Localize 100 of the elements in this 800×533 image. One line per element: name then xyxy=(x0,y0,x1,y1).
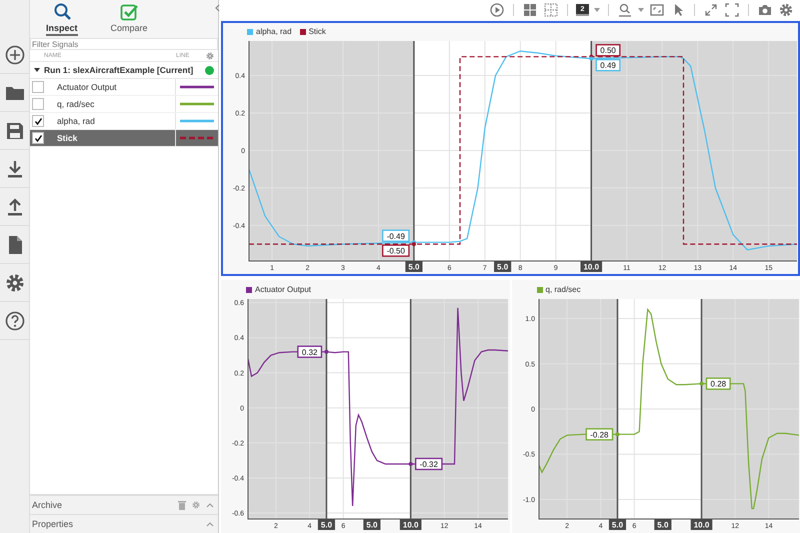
annotation: 5.0 xyxy=(656,520,668,530)
tab[interactable]: Compare xyxy=(110,0,148,36)
grid-button[interactable] xyxy=(522,3,538,17)
checkbox[interactable] xyxy=(32,81,44,93)
line-style-swatch[interactable] xyxy=(180,85,214,89)
annotation: 0.49 xyxy=(600,61,616,70)
dashed-grid-icon xyxy=(544,3,558,17)
filter-field[interactable]: Filter Signals xyxy=(30,38,218,50)
cursor-label[interactable]: 10.0 xyxy=(400,519,422,530)
cursor-line[interactable] xyxy=(410,299,412,519)
cursor-line[interactable] xyxy=(413,41,415,261)
tab[interactable]: Inspect xyxy=(46,0,78,36)
signal-name: Stick xyxy=(56,133,78,143)
cursor-line[interactable] xyxy=(700,299,702,519)
annotation: -0.28 xyxy=(590,430,609,440)
signal-name: q, rad/sec xyxy=(56,99,96,109)
settings-button[interactable] xyxy=(778,3,794,17)
cursor-delta-label[interactable]: 5.0 xyxy=(494,261,512,272)
annotation: 0.28 xyxy=(710,380,726,389)
checkbox[interactable] xyxy=(32,132,44,144)
annotation: 5.0 xyxy=(497,262,509,272)
legend-swatch xyxy=(300,28,306,34)
camera-button[interactable] xyxy=(757,3,773,17)
caret-down-icon[interactable] xyxy=(594,8,600,12)
signal-row[interactable]: Stick xyxy=(30,130,218,147)
checkbox[interactable] xyxy=(32,98,44,110)
caret-up-icon[interactable] xyxy=(206,521,214,527)
data-tip: 0.49 xyxy=(596,58,620,72)
settings-icon xyxy=(779,3,793,17)
ref-line-label: 10.0 xyxy=(583,262,600,272)
cursor-delta-label[interactable]: 5.0 xyxy=(654,519,671,530)
signal-row[interactable]: Actuator Output xyxy=(30,79,218,96)
legend-label: alpha, rad xyxy=(256,27,292,36)
annotation: -0.50 xyxy=(386,246,406,256)
signal-name: Actuator Output xyxy=(56,82,118,92)
legend-swatch xyxy=(536,286,542,292)
legend-swatch xyxy=(247,28,253,34)
ref-line-label: 10.0 xyxy=(693,520,710,530)
data-tip: -0.50 xyxy=(382,244,410,257)
ref-line-label: 10.0 xyxy=(402,520,419,530)
legend-swatch xyxy=(246,286,252,292)
data-point-marker xyxy=(699,382,704,386)
camera-icon xyxy=(758,3,772,17)
cursor-label[interactable]: 5.0 xyxy=(608,519,626,530)
cursor-label[interactable]: 5.0 xyxy=(405,261,422,272)
data-tip: -0.49 xyxy=(382,230,410,242)
annotation: -0.49 xyxy=(386,232,406,241)
line-style-swatch[interactable] xyxy=(180,119,214,123)
cursor-line[interactable] xyxy=(326,299,328,519)
dashed-grid-button[interactable] xyxy=(543,3,559,17)
cursor-label[interactable]: 10.0 xyxy=(580,261,602,272)
annotation: -0.32 xyxy=(420,460,438,469)
legend-label: Actuator Output xyxy=(255,285,312,294)
annotation: 0.50 xyxy=(600,46,616,56)
caret-down-icon[interactable] xyxy=(638,8,644,12)
cursor-line[interactable] xyxy=(616,299,618,519)
fit-view-button[interactable] xyxy=(649,3,665,17)
caret-up-icon[interactable] xyxy=(206,502,214,508)
caret-icon[interactable] xyxy=(33,66,41,74)
data-tip: 0.28 xyxy=(705,378,730,390)
search-icon xyxy=(52,3,71,21)
play-button[interactable] xyxy=(489,3,505,17)
legend-label: Stick xyxy=(308,27,326,36)
help-icon xyxy=(4,310,24,330)
signal-row[interactable]: q, rad/sec xyxy=(30,96,218,113)
zoom-icon xyxy=(618,3,632,17)
data-tip: 0.50 xyxy=(596,44,620,56)
add-icon xyxy=(4,44,24,64)
checkbox[interactable] xyxy=(32,115,44,127)
collapse-chevron-icon[interactable] xyxy=(214,4,220,12)
ref-line-label: 5.0 xyxy=(320,520,333,530)
grid-icon xyxy=(523,3,537,17)
annotation: 5.0 xyxy=(366,520,378,530)
data-tip: -0.28 xyxy=(585,428,613,440)
section-title: Archive xyxy=(32,500,64,510)
annotation: 0.32 xyxy=(302,348,318,357)
ref-line-label: 5.0 xyxy=(408,262,420,272)
cursor-label[interactable]: 10.0 xyxy=(690,519,712,530)
zoom-button[interactable] xyxy=(617,3,633,17)
run-label: Run 1: slexAircraftExample [Current] xyxy=(44,65,194,75)
fit-view-icon xyxy=(650,3,664,17)
fullscreen-icon xyxy=(725,3,739,17)
cursor-delta-label[interactable]: 5.0 xyxy=(363,519,380,530)
data-tip: 0.32 xyxy=(297,346,322,358)
data-point-marker xyxy=(614,432,619,436)
settings-icon xyxy=(4,272,24,292)
data-point-marker xyxy=(324,350,328,354)
checkmark-icon xyxy=(120,3,138,21)
cursor-label[interactable]: 5.0 xyxy=(318,519,336,530)
signal-name: alpha, rad xyxy=(56,116,96,126)
status-dot-icon xyxy=(205,66,214,74)
settings-icon[interactable] xyxy=(206,52,214,60)
save-icon xyxy=(4,120,24,140)
fullscreen-button[interactable] xyxy=(724,3,740,17)
play-icon xyxy=(490,3,504,17)
ref-line-label: 5.0 xyxy=(611,520,624,530)
expand-button[interactable] xyxy=(703,3,719,17)
line-style-swatch[interactable] xyxy=(180,136,214,140)
cursor-line[interactable] xyxy=(590,41,592,261)
line-style-swatch[interactable] xyxy=(180,102,214,106)
